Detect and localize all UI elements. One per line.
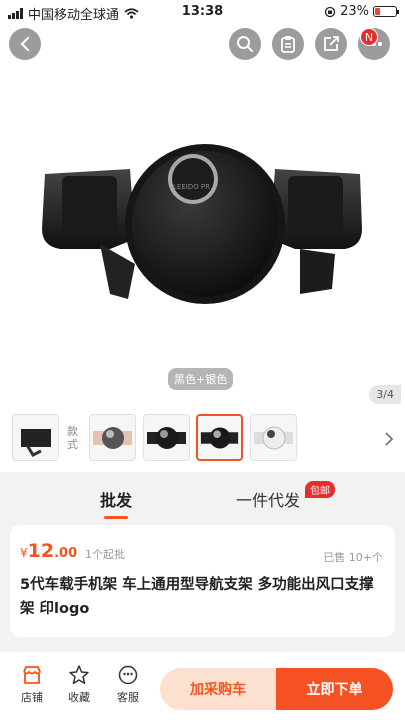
product-title: 5代车载手机架 车上通用型导航支架 多功能出风口支撑架 印logo <box>20 577 374 617</box>
color-variant-tag: 黑色+银色 <box>168 368 234 390</box>
chevron-left-icon <box>20 36 30 52</box>
chat-icon <box>118 665 138 685</box>
free-shipping-badge: 包邮 <box>305 481 335 498</box>
product-info-card: ¥12.00 1个起批 已售 10+个 5代车载手机架 车上通用型导航支架 多功… <box>10 525 395 637</box>
notification-badge: N <box>360 28 378 46</box>
clipboard-icon <box>281 36 295 53</box>
orientation-lock-icon <box>324 6 336 17</box>
purchase-mode-tabs: 批发 一件代发 包邮 <box>0 472 405 520</box>
favorite-button[interactable]: 收藏 <box>59 664 99 705</box>
price: ¥12.00 <box>20 540 77 562</box>
price-integer: 12 <box>27 540 55 562</box>
sold-count: 已售 10+个 <box>323 551 383 564</box>
buy-now-button[interactable]: 立即下单 <box>276 668 393 710</box>
shop-label: 店铺 <box>21 691 43 704</box>
bottom-action-bar: 店铺 收藏 客服 加采购车 立即下单 <box>0 652 405 720</box>
product-gallery[interactable]: LEEIDO PR N 黑色+银色 3/4 <box>0 24 405 407</box>
price-currency: ¥ <box>20 546 28 560</box>
share-button[interactable] <box>315 28 347 60</box>
tab-dropship[interactable]: 一件代发 <box>236 487 300 511</box>
battery-icon <box>373 6 399 17</box>
status-bar: 中国移动全球通 13:38 23% <box>0 0 405 24</box>
style-label: 款式 <box>67 425 78 451</box>
clipboard-button[interactable] <box>272 28 304 60</box>
thumbnail-5[interactable] <box>250 414 297 461</box>
thumbnail-1[interactable] <box>12 414 59 461</box>
product-image: LEEIDO PR <box>42 144 362 304</box>
tab-underline <box>104 516 129 519</box>
shop-button[interactable]: 店铺 <box>12 664 52 705</box>
store-icon <box>23 666 41 684</box>
thumbnail-strip: 款式 <box>0 407 405 472</box>
search-button[interactable] <box>229 28 261 60</box>
search-icon <box>237 36 253 52</box>
price-decimal: .00 <box>54 546 78 561</box>
thumbnail-3[interactable] <box>143 414 190 461</box>
battery-percent: 23% <box>340 4 369 19</box>
service-label: 客服 <box>117 691 139 704</box>
chevron-right-icon[interactable] <box>383 431 395 447</box>
service-button[interactable]: 客服 <box>108 664 148 705</box>
minimum-order: 1个起批 <box>85 548 125 561</box>
add-to-cart-button[interactable]: 加采购车 <box>160 668 276 710</box>
tab-dropship-label: 一件代发 <box>236 491 301 510</box>
favorite-label: 收藏 <box>68 691 90 704</box>
tab-wholesale[interactable]: 批发 <box>100 487 133 519</box>
more-button[interactable]: N <box>358 28 390 60</box>
back-button[interactable] <box>9 28 41 60</box>
thumbnail-2[interactable] <box>89 414 136 461</box>
page-indicator: 3/4 <box>369 385 401 404</box>
brand-text: LEEIDO PR <box>173 183 210 191</box>
star-icon <box>69 665 89 685</box>
share-icon <box>324 36 339 51</box>
thumbnail-4-selected[interactable] <box>196 414 243 461</box>
tab-wholesale-label: 批发 <box>100 491 133 510</box>
